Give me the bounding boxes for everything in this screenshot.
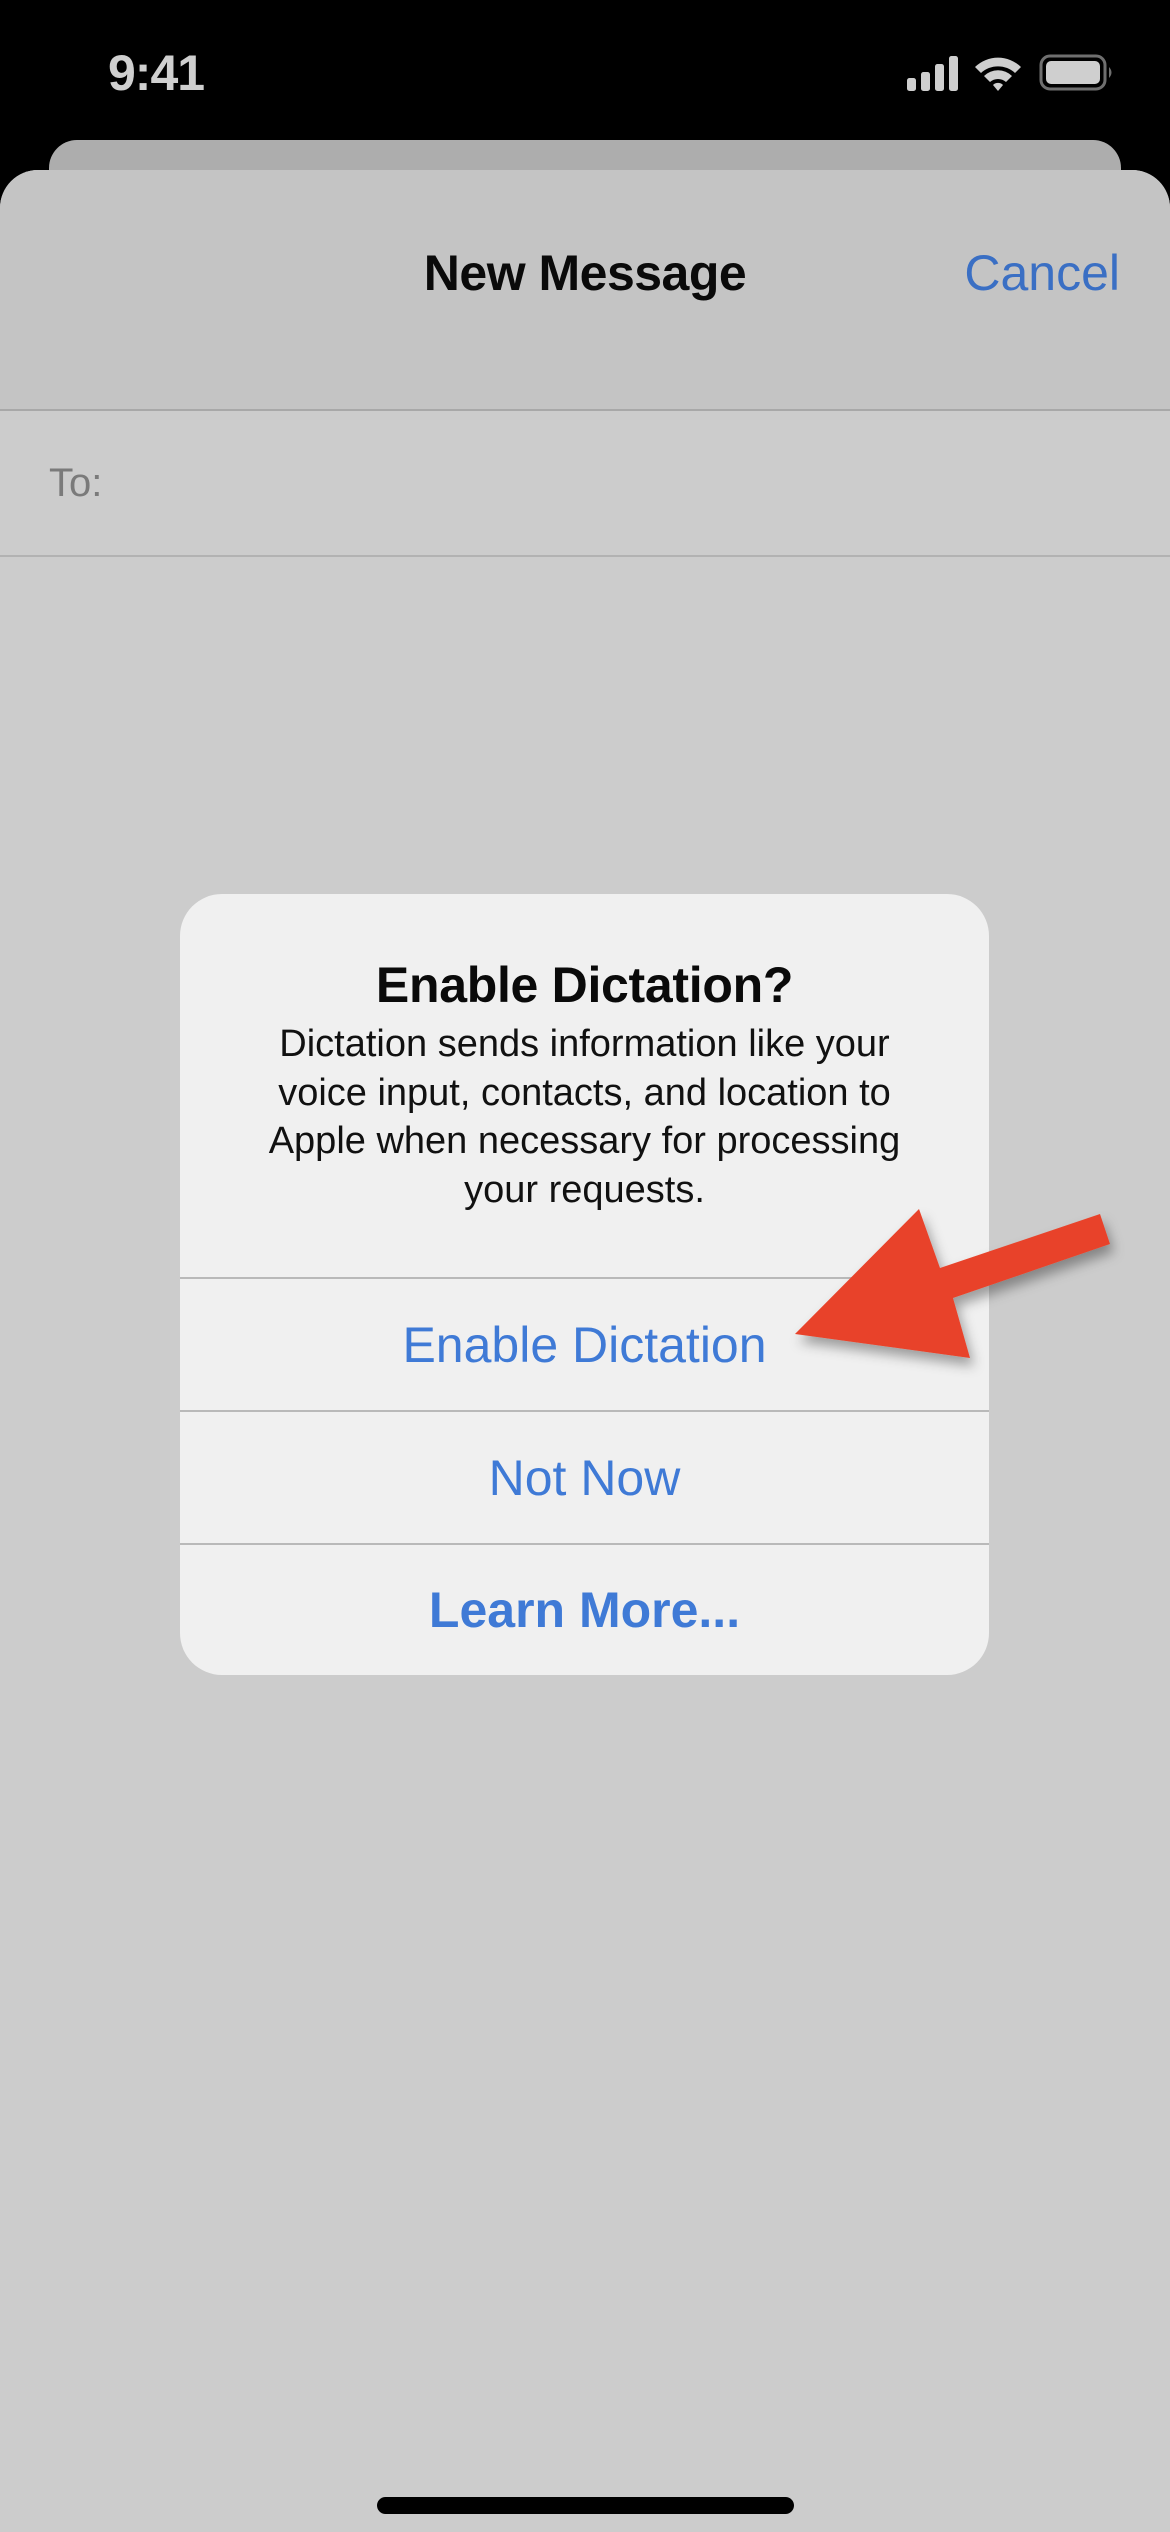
status-icons: [905, 54, 1115, 94]
screen: 9:41 New Message Cancel To: Enable Dicta…: [0, 0, 1170, 2532]
alert-title: Enable Dictation?: [375, 957, 794, 1013]
enable-dictation-button[interactable]: Enable Dictation: [180, 1277, 989, 1410]
learn-more-label: Learn More...: [428, 1582, 741, 1638]
alert-header: Enable Dictation? Dictation sends inform…: [180, 894, 989, 1278]
not-now-label: Not Now: [488, 1449, 681, 1506]
recipient-row: To:: [0, 411, 1170, 557]
alert-message: Dictation sends information like your vo…: [268, 1023, 901, 1211]
not-now-button[interactable]: Not Now: [180, 1410, 989, 1543]
cellular-signal-icon: [907, 56, 958, 91]
recipient-input[interactable]: [130, 441, 1120, 527]
enable-dictation-label: Enable Dictation: [402, 1316, 767, 1373]
status-time: 9:41: [108, 45, 205, 101]
to-label: To:: [49, 461, 103, 505]
battery-icon: [1039, 54, 1112, 91]
learn-more-button[interactable]: Learn More...: [180, 1543, 989, 1675]
status-bar: 9:41: [0, 0, 1170, 140]
home-indicator[interactable]: [377, 2497, 794, 2514]
cancel-button[interactable]: Cancel: [964, 244, 1120, 302]
enable-dictation-alert: Enable Dictation? Dictation sends inform…: [180, 894, 989, 1675]
navigation-bar: New Message Cancel: [0, 170, 1170, 411]
wifi-icon: [975, 57, 1021, 91]
